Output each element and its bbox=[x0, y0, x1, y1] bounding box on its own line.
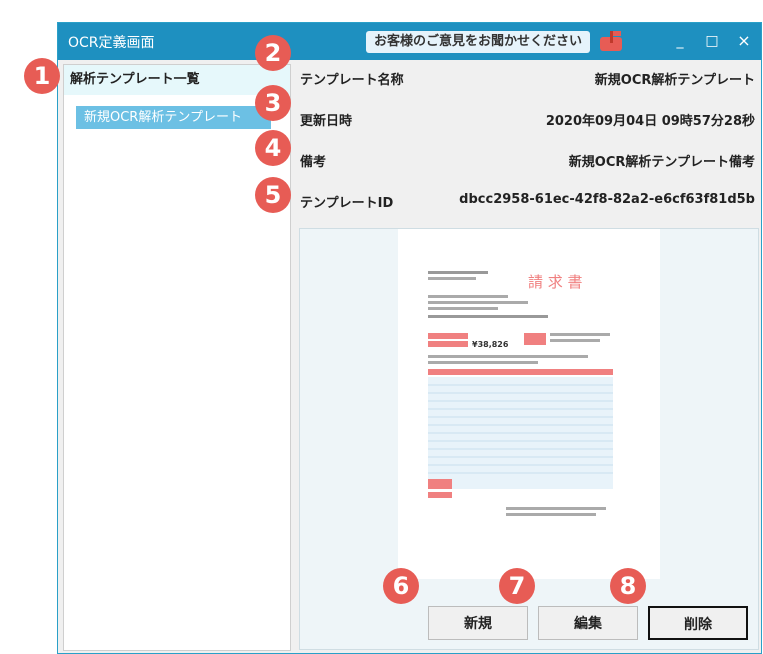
invoice-document: 請 求 書 ¥38,826 bbox=[428, 271, 613, 516]
invoice-heading: 請 求 書 bbox=[528, 273, 583, 291]
ocr-definition-window: OCR定義画面 お客様のご意見をお聞かせください _ □ × 解析テンプレート一… bbox=[57, 22, 762, 654]
window-title: OCR定義画面 bbox=[68, 35, 155, 51]
callout-badge-6: 6 bbox=[383, 568, 419, 604]
callout-badge-1: 1 bbox=[24, 58, 60, 94]
mailbox-icon[interactable] bbox=[596, 29, 626, 53]
minimize-button[interactable]: _ bbox=[668, 29, 692, 53]
template-name-label: テンプレート名称 bbox=[300, 73, 404, 88]
callout-badge-7: 7 bbox=[499, 568, 535, 604]
callout-badge-3: 3 bbox=[255, 85, 291, 121]
remarks-label: 備考 bbox=[300, 155, 327, 170]
close-button[interactable]: × bbox=[732, 29, 756, 53]
template-name-field: テンプレート名称 新規OCR解析テンプレート bbox=[300, 63, 755, 93]
edit-button[interactable]: 編集 bbox=[538, 606, 638, 640]
maximize-button[interactable]: □ bbox=[700, 29, 724, 53]
remarks-field: 備考 新規OCR解析テンプレート備考 bbox=[300, 145, 755, 175]
callout-badge-8: 8 bbox=[610, 568, 646, 604]
template-list-header: 解析テンプレート一覧 bbox=[64, 65, 290, 95]
template-id-field: テンプレートID dbcc2958-61ec-42f8-82a2-e6cf63f… bbox=[300, 186, 755, 216]
callout-badge-5: 5 bbox=[255, 177, 291, 213]
updated-at-label: 更新日時 bbox=[300, 114, 353, 129]
template-name-value: 新規OCR解析テンプレート bbox=[594, 73, 755, 88]
callout-badge-4: 4 bbox=[255, 130, 291, 166]
callout-badge-2: 2 bbox=[255, 35, 291, 71]
delete-button[interactable]: 削除 bbox=[648, 606, 748, 640]
updated-at-value: 2020年09月04日 09時57分28秒 bbox=[545, 114, 755, 129]
new-button[interactable]: 新規 bbox=[428, 606, 528, 640]
invoice-preview-image: 請 求 書 ¥38,826 bbox=[398, 229, 660, 579]
feedback-button[interactable]: お客様のご意見をお聞かせください bbox=[366, 31, 591, 53]
updated-at-field: 更新日時 2020年09月04日 09時57分28秒 bbox=[300, 104, 755, 134]
remarks-value: 新規OCR解析テンプレート備考 bbox=[568, 155, 755, 170]
template-id-value: dbcc2958-61ec-42f8-82a2-e6cf63f81d5b bbox=[459, 192, 755, 207]
invoice-amount: ¥38,826 bbox=[472, 340, 509, 349]
title-bar: OCR定義画面 お客様のご意見をお聞かせください _ □ × bbox=[58, 23, 761, 60]
template-list-item[interactable]: 新規OCR解析テンプレート bbox=[76, 106, 271, 129]
template-id-label: テンプレートID bbox=[300, 196, 394, 211]
